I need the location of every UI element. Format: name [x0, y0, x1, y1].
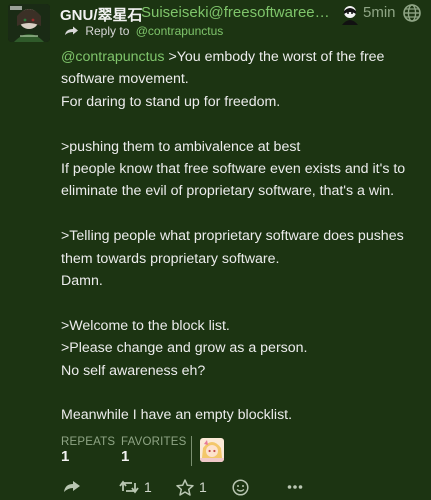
- author-display-name[interactable]: GNU/翠星石: [60, 4, 143, 25]
- content-line: >Please change and grow as a person.: [61, 340, 308, 357]
- reply-button[interactable]: [63, 476, 81, 498]
- reply-to-label: Reply to: [85, 24, 130, 38]
- post-time[interactable]: 5min: [363, 4, 396, 21]
- content-line: Meanwhile I have an empty blocklist.: [61, 407, 293, 424]
- content-line: If people know that free software even e…: [61, 161, 406, 200]
- content-line: >Telling people what proprietary softwar…: [61, 228, 404, 267]
- emoji-reaction-button[interactable]: [232, 476, 249, 498]
- reply-icon: [64, 481, 80, 492]
- repeat-icon: [119, 480, 139, 494]
- content-line: @contrapunctus >You embody the worst of …: [61, 46, 419, 91]
- paragraph-break: [61, 203, 419, 225]
- more-options-button[interactable]: [287, 476, 303, 498]
- content-line: No self awareness eh?: [61, 362, 206, 379]
- favorite-count: 1: [199, 479, 207, 495]
- repeat-count: 1: [144, 479, 152, 495]
- repeats-label: REPEATS: [61, 436, 116, 448]
- author-avatar-image: [8, 4, 50, 42]
- emoji-icon: [232, 478, 249, 496]
- more-icon: [287, 485, 303, 489]
- content-line: >pushing them to ambivalence at best: [61, 138, 301, 155]
- favorites-stat[interactable]: FAVORITES 1: [121, 436, 187, 465]
- content-line: Damn.: [61, 273, 103, 290]
- content-line: >Welcome to the block list.: [61, 317, 230, 334]
- favorites-value: 1: [121, 448, 130, 465]
- reply-to-line: Reply to @contrapunctus: [64, 24, 223, 40]
- favoriter-avatar-image: [200, 438, 224, 462]
- repeats-value: 1: [61, 448, 70, 465]
- stats-divider: [191, 436, 192, 466]
- content-line: For daring to stand up for freedom.: [61, 93, 281, 110]
- repeats-stat[interactable]: REPEATS 1: [61, 436, 115, 465]
- star-icon: [176, 478, 194, 496]
- reply-to-mention[interactable]: @contrapunctus: [136, 24, 224, 38]
- post-content: @contrapunctus >You embody the worst of …: [61, 46, 419, 427]
- repeat-button[interactable]: 1: [119, 476, 152, 498]
- post-header: GNU/翠星石 Suiseiseki@freesoftwareextremist…: [60, 3, 431, 25]
- paragraph-break: [61, 382, 419, 404]
- favorites-label: FAVORITES: [121, 436, 187, 448]
- content-mention[interactable]: @contrapunctus: [61, 49, 165, 65]
- action-bar: 1 1: [0, 476, 431, 498]
- paragraph-break: [61, 292, 419, 314]
- paragraph-break: [61, 113, 419, 135]
- author-avatar[interactable]: [8, 4, 50, 42]
- reply-target-avatar[interactable]: [339, 3, 361, 25]
- favorite-button[interactable]: 1: [176, 476, 207, 498]
- favoriter-avatar[interactable]: [200, 438, 224, 462]
- reply-arrow-icon: [65, 26, 78, 36]
- status-post: GNU/翠星石 Suiseiseki@freesoftwareextremist…: [0, 0, 431, 500]
- author-handle[interactable]: Suiseiseki@freesoftwareextremist.com: [141, 4, 331, 21]
- globe-icon: [403, 4, 421, 22]
